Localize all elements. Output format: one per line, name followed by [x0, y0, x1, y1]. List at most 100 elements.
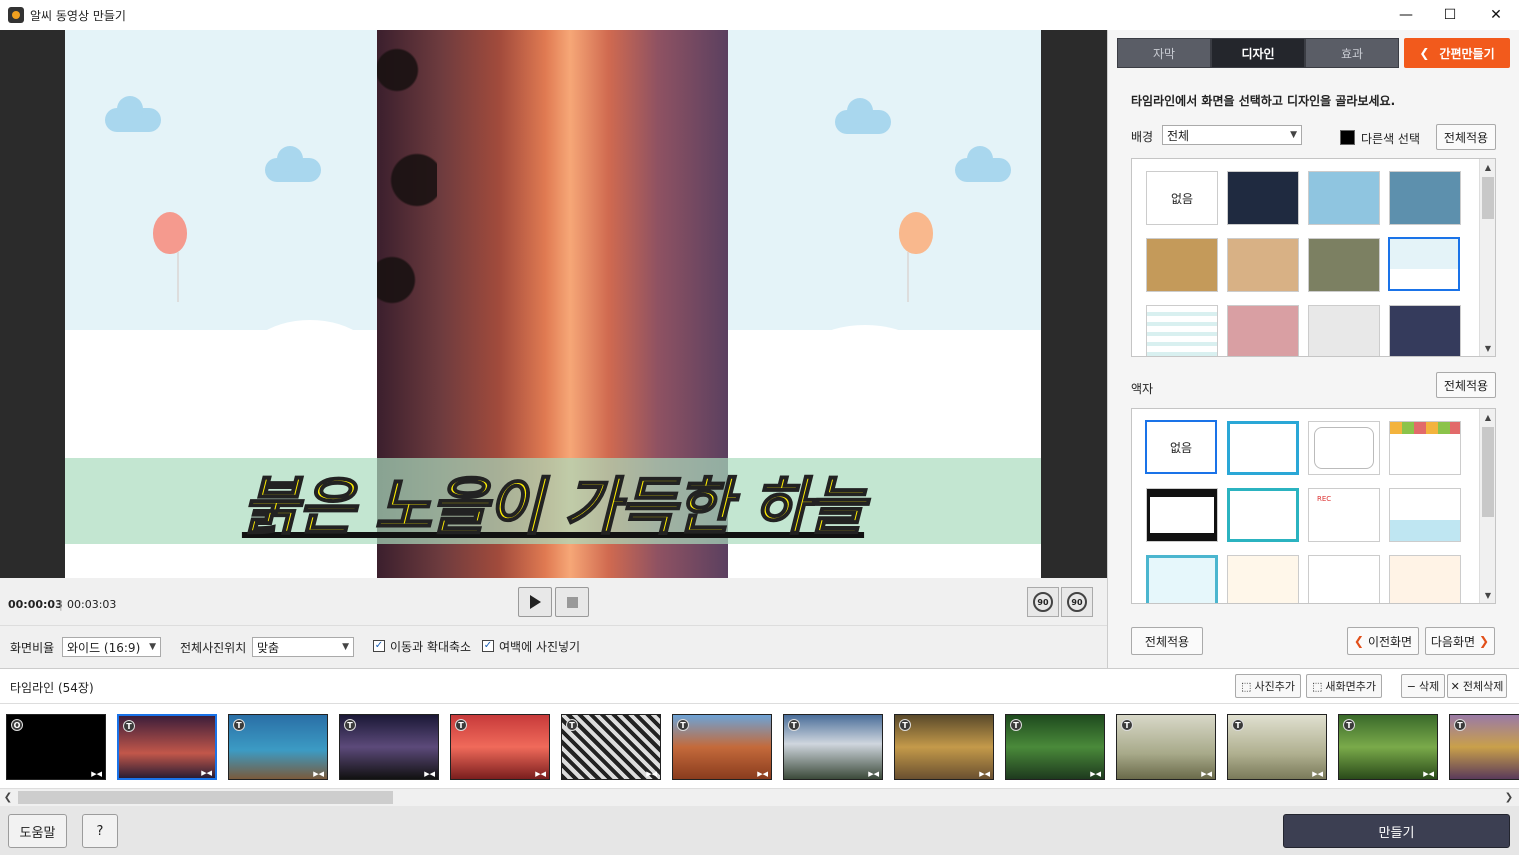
rotate-right-button[interactable]: 90	[1061, 587, 1093, 617]
timeline-scrollbar[interactable]: ❮ ❯	[0, 788, 1519, 806]
background-thumb[interactable]	[1227, 171, 1299, 225]
frame-thumb[interactable]	[1389, 421, 1461, 475]
background-scrollbar[interactable]: ▲ ▼	[1479, 159, 1495, 356]
scrollbar-thumb[interactable]	[1482, 177, 1494, 219]
frame-thumb[interactable]	[1389, 488, 1461, 542]
scroll-up-icon[interactable]: ▲	[1480, 161, 1495, 175]
transition-icon: ▶◀	[979, 770, 990, 778]
scroll-up-icon[interactable]: ▲	[1480, 411, 1495, 425]
scrollbar-thumb[interactable]	[18, 791, 393, 804]
background-thumb[interactable]	[1389, 305, 1461, 356]
timeline-frame[interactable]: T	[1449, 714, 1519, 780]
apply-all-frame-button[interactable]: 전체적용	[1436, 372, 1496, 398]
scroll-left-icon[interactable]: ❮	[0, 789, 16, 807]
background-thumb[interactable]	[1227, 305, 1299, 356]
timeline-frame[interactable]: T ▶◀	[339, 714, 439, 780]
frame-scrollbar[interactable]: ▲ ▼	[1479, 409, 1495, 603]
frame-thumb[interactable]	[1146, 555, 1218, 603]
background-thumb-selected[interactable]	[1388, 237, 1460, 291]
timeline-frame[interactable]: T ▶◀	[672, 714, 772, 780]
tab-subtitle[interactable]: 자막	[1117, 38, 1211, 68]
question-button[interactable]: ?	[82, 814, 118, 848]
caption-text[interactable]: 붉은 노을이 가득한 하늘	[65, 458, 1041, 544]
timeline-frame[interactable]: O ▶◀	[6, 714, 106, 780]
background-thumb[interactable]	[1146, 238, 1218, 292]
frame-thumb[interactable]	[1227, 421, 1299, 475]
background-thumb[interactable]	[1308, 171, 1380, 225]
background-thumb[interactable]	[1308, 238, 1380, 292]
background-thumb[interactable]	[1389, 171, 1461, 225]
close-button[interactable]: ✕	[1473, 0, 1519, 30]
scroll-right-icon[interactable]: ❯	[1501, 789, 1517, 807]
scroll-down-icon[interactable]: ▼	[1480, 342, 1495, 356]
cloud-decoration	[105, 96, 161, 132]
timeline-frame-selected[interactable]: T ▶◀	[117, 714, 217, 780]
tab-effect[interactable]: 효과	[1305, 38, 1399, 68]
next-screen-button[interactable]: 다음화면 ❯	[1425, 627, 1495, 655]
help-button[interactable]: 도움말	[8, 814, 67, 848]
rotate-left-button[interactable]: 90	[1027, 587, 1059, 617]
background-thumb-none[interactable]: 없음	[1146, 171, 1218, 225]
background-select[interactable]: 전체 ▼	[1162, 125, 1302, 145]
timeline-frame[interactable]: T ▶◀	[1227, 714, 1327, 780]
transition-icon: ▶◀	[1312, 770, 1323, 778]
apply-all-background-button[interactable]: 전체적용	[1436, 124, 1496, 150]
preview-canvas[interactable]: 붉은 노을이 가득한 하늘	[65, 30, 1041, 578]
total-time: 00:03:03	[67, 598, 117, 611]
frame-thumb[interactable]	[1227, 488, 1299, 542]
simple-make-button[interactable]: ❮ 간편만들기	[1404, 38, 1510, 68]
timeline-frame[interactable]: T ▶◀	[228, 714, 328, 780]
timeline-frame[interactable]: T ▶◀	[1116, 714, 1216, 780]
color-swatch[interactable]	[1340, 130, 1355, 145]
background-thumb[interactable]	[1227, 238, 1299, 292]
tab-design[interactable]: 디자인	[1211, 38, 1305, 68]
timeline-frame[interactable]: T ▶◀	[561, 714, 661, 780]
background-thumb[interactable]	[1146, 305, 1218, 356]
fill-margin-checkbox[interactable]: ✓	[482, 640, 494, 652]
balloon-string	[177, 252, 179, 302]
play-button[interactable]	[518, 587, 552, 617]
background-thumb[interactable]	[1308, 305, 1380, 356]
scrollbar-thumb[interactable]	[1482, 427, 1494, 517]
delete-all-button[interactable]: ✕ 전체삭제	[1447, 674, 1507, 698]
transition-icon: ▶◀	[1423, 770, 1434, 778]
frame-thumb[interactable]	[1308, 555, 1380, 603]
transition-icon: ▶◀	[757, 770, 768, 778]
timeline-frame[interactable]: T ▶◀	[783, 714, 883, 780]
make-button[interactable]: 만들기	[1283, 814, 1510, 848]
scroll-down-icon[interactable]: ▼	[1480, 589, 1495, 603]
add-photo-icon: ⬚	[1241, 679, 1252, 693]
frame-rounded-shape	[1314, 427, 1374, 469]
add-photo-button[interactable]: ⬚ 사진추가	[1235, 674, 1301, 698]
frame-thumb[interactable]	[1308, 421, 1380, 475]
player-controls: 00:00:03 | 00:03:03 90 90	[0, 578, 1107, 626]
timeline-frame[interactable]: T ▶◀	[1338, 714, 1438, 780]
position-select[interactable]: 맞춤 ▼	[252, 637, 354, 657]
frame-thumb[interactable]	[1389, 555, 1461, 603]
ratio-select[interactable]: 와이드 (16:9) ▼	[62, 637, 161, 657]
other-color-label[interactable]: 다른색 선택	[1361, 130, 1420, 147]
text-badge: T	[677, 719, 689, 731]
timeline-label: 타임라인 (54장)	[10, 681, 94, 695]
prev-screen-button[interactable]: ❮ 이전화면	[1347, 627, 1419, 655]
stop-button[interactable]	[555, 587, 589, 617]
simple-make-label: 간편만들기	[1439, 46, 1495, 61]
frame-thumb[interactable]	[1146, 488, 1218, 542]
balloon-string	[907, 252, 909, 302]
frame-thumb-none[interactable]: 없음	[1145, 420, 1217, 474]
pan-zoom-checkbox[interactable]: ✓	[373, 640, 385, 652]
text-badge: T	[1232, 719, 1244, 731]
maximize-button[interactable]: ☐	[1427, 0, 1473, 30]
minimize-button[interactable]: —	[1383, 0, 1429, 30]
apply-all-bottom-button[interactable]: 전체적용	[1131, 627, 1203, 655]
timeline-frame[interactable]: T ▶◀	[1005, 714, 1105, 780]
add-screen-button[interactable]: ⬚ 새화면추가	[1306, 674, 1382, 698]
frame-thumb[interactable]	[1227, 555, 1299, 603]
timeline-frame[interactable]: T ▶◀	[894, 714, 994, 780]
timeline-frame[interactable]: T ▶◀	[450, 714, 550, 780]
frame-thumb-rec[interactable]: REC	[1308, 488, 1380, 542]
delete-button[interactable]: − 삭제	[1401, 674, 1445, 698]
frame-label: 액자	[1131, 382, 1154, 396]
time-separator: |	[59, 598, 63, 611]
text-badge: T	[123, 720, 135, 732]
